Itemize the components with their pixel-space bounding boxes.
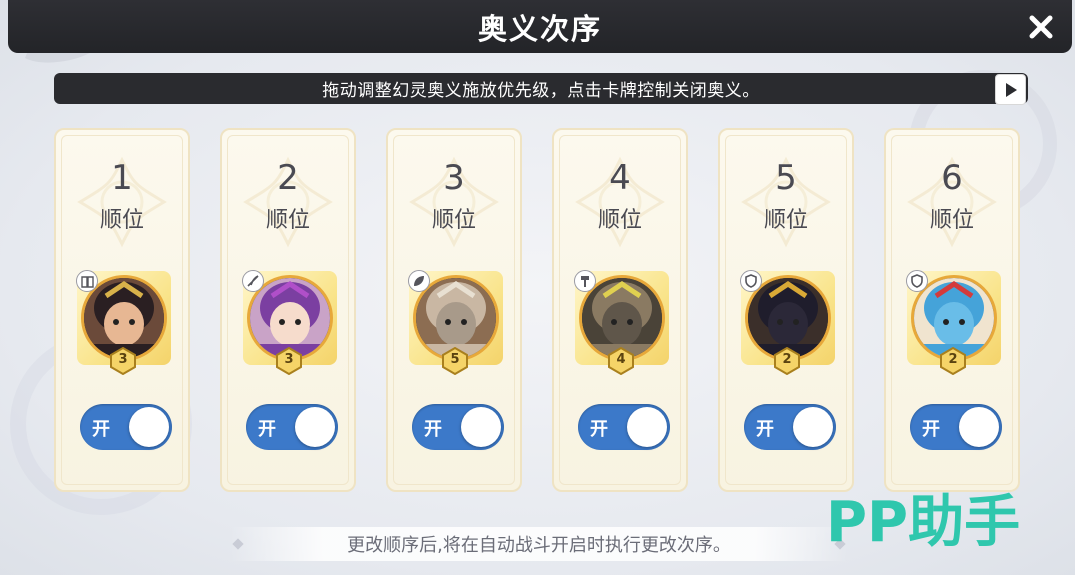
rank-number: 1 — [111, 158, 133, 198]
hammer-icon — [581, 276, 589, 287]
toggle-label: 开 — [92, 419, 110, 440]
skill-card[interactable]: 4 顺位 4 开 — [552, 128, 688, 492]
skill-card[interactable]: 6 顺位 2 开 — [884, 128, 1020, 492]
rank-label: 顺位 — [597, 208, 642, 233]
toggle-label: 开 — [922, 419, 940, 440]
toggle-label: 开 — [590, 419, 608, 440]
toggle-knob — [129, 407, 169, 447]
play-icon — [1005, 82, 1017, 97]
element-badge — [408, 270, 430, 292]
toggle-label: 开 — [756, 419, 774, 440]
quill-icon — [247, 275, 259, 287]
rank-label: 顺位 — [99, 208, 144, 233]
spirit-portrait[interactable]: 5 — [408, 270, 503, 376]
spirit-portrait[interactable]: 3 — [76, 270, 171, 376]
star-level: 2 — [948, 352, 958, 367]
rank-label: 顺位 — [763, 208, 808, 233]
character-art — [84, 278, 164, 358]
star-level: 4 — [616, 352, 626, 367]
spirit-portrait[interactable]: 2 — [906, 270, 1001, 376]
spirit-portrait[interactable]: 2 — [740, 270, 835, 376]
skill-card[interactable]: 5 顺位 2 开 — [718, 128, 854, 492]
character-art — [582, 278, 662, 358]
star-level-badge: 2 — [773, 346, 801, 376]
skill-toggle[interactable]: 开 — [412, 404, 504, 450]
star-level-badge: 3 — [275, 346, 303, 376]
spirit-portrait[interactable]: 4 — [574, 270, 669, 376]
character-art — [416, 278, 496, 358]
skill-toggle[interactable]: 开 — [744, 404, 836, 450]
close-icon — [1029, 15, 1053, 39]
star-level: 2 — [782, 352, 792, 367]
play-button[interactable] — [995, 74, 1026, 105]
page-title: 奥义次序 — [477, 11, 602, 46]
hint-text: 拖动调整幻灵奥义施放优先级，点击卡牌控制关闭奥义。 — [322, 81, 760, 101]
star-level-badge: 2 — [939, 346, 967, 376]
skill-toggle[interactable]: 开 — [578, 404, 670, 450]
rank-number: 5 — [775, 158, 797, 198]
rank-number: 4 — [609, 158, 631, 198]
rank-label: 顺位 — [929, 208, 974, 233]
element-badge — [76, 270, 98, 292]
footer-note: 更改顺序后,将在自动战斗开启时执行更改次序。 — [230, 527, 848, 561]
rank-number: 6 — [941, 158, 963, 198]
shield-icon — [745, 274, 757, 288]
book-icon — [81, 276, 94, 288]
skill-toggle[interactable]: 开 — [910, 404, 1002, 450]
character-art — [250, 278, 330, 358]
diamond-icon — [232, 538, 244, 550]
star-level: 3 — [284, 352, 294, 367]
element-badge — [906, 270, 928, 292]
rank-label: 顺位 — [431, 208, 476, 233]
skill-toggle[interactable]: 开 — [246, 404, 338, 450]
footer-text: 更改顺序后,将在自动战斗开启时执行更改次序。 — [347, 535, 731, 556]
star-level-badge: 4 — [607, 346, 635, 376]
rank-number: 2 — [277, 158, 299, 198]
toggle-knob — [793, 407, 833, 447]
toggle-knob — [461, 407, 501, 447]
star-level-badge: 5 — [441, 346, 469, 376]
star-level: 5 — [450, 352, 460, 367]
skill-card[interactable]: 1 顺位 3 开 — [54, 128, 190, 492]
toggle-label: 开 — [424, 419, 442, 440]
leaf-icon — [414, 276, 424, 286]
element-badge — [574, 270, 596, 292]
toggle-knob — [295, 407, 335, 447]
character-art — [914, 278, 994, 358]
spirit-portrait[interactable]: 3 — [242, 270, 337, 376]
watermark-text: PP助手 — [826, 490, 1020, 555]
skill-card[interactable]: 3 顺位 5 开 — [386, 128, 522, 492]
star-level: 3 — [118, 352, 128, 367]
rank-number: 3 — [443, 158, 465, 198]
title-bar: 奥义次序 — [8, 0, 1072, 53]
toggle-knob — [627, 407, 667, 447]
character-art — [748, 278, 828, 358]
element-badge — [242, 270, 264, 292]
skill-toggle[interactable]: 开 — [80, 404, 172, 450]
shield-icon — [911, 274, 923, 288]
rank-label: 顺位 — [265, 208, 310, 233]
skill-card[interactable]: 2 顺位 3 开 — [220, 128, 356, 492]
toggle-label: 开 — [258, 419, 276, 440]
hint-bar: 拖动调整幻灵奥义施放优先级，点击卡牌控制关闭奥义。 — [54, 73, 1028, 105]
toggle-knob — [959, 407, 999, 447]
watermark-logo: PP助手 — [826, 490, 1020, 555]
star-level-badge: 3 — [109, 346, 137, 376]
close-button[interactable] — [1024, 10, 1058, 44]
element-badge — [740, 270, 762, 292]
